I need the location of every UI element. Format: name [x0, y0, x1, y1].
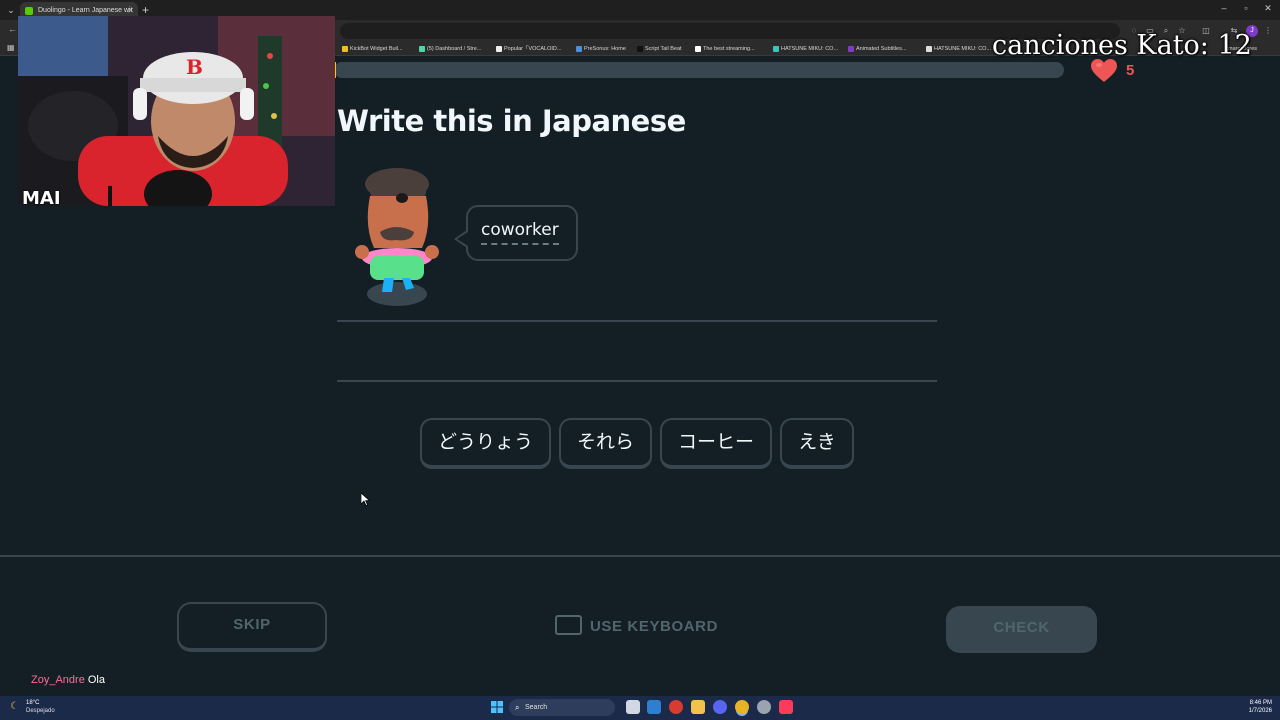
- bookmark-item[interactable]: Popular「VOCALOID...: [495, 43, 561, 55]
- lesson-progress-bar: [334, 62, 1064, 78]
- windows-taskbar: [0, 696, 1280, 720]
- prompt-word[interactable]: coworker: [481, 220, 559, 245]
- discord-icon[interactable]: [713, 700, 727, 714]
- clock-time: 8:46 PM: [1249, 700, 1272, 706]
- character-illustration: [355, 168, 439, 306]
- webcam-label: MAI: [22, 188, 61, 209]
- answer-line-bottom: [337, 380, 937, 382]
- word-tile[interactable]: えき: [780, 418, 854, 469]
- word-tile[interactable]: それら: [559, 418, 652, 469]
- webcam-overlay: B: [18, 16, 335, 206]
- task-view-icon[interactable]: [626, 700, 640, 714]
- hearts-count: 5: [1126, 62, 1135, 79]
- answer-line-top: [337, 320, 937, 322]
- tab-list-button[interactable]: ⌄: [4, 3, 18, 17]
- word-tile[interactable]: コーヒー: [660, 418, 772, 469]
- chat-username: Zoy_Andre: [31, 674, 85, 686]
- maximize-icon[interactable]: ▫: [1236, 3, 1256, 13]
- moon-icon: ☾: [10, 701, 19, 712]
- use-keyboard-label: USE KEYBOARD: [590, 618, 719, 635]
- apps-grid-icon[interactable]: ▦: [7, 43, 15, 52]
- search-icon: ⌕: [515, 703, 520, 712]
- bookmark-item[interactable]: Script Tail Beat: [636, 43, 682, 55]
- store-icon[interactable]: [647, 700, 661, 714]
- bookmark-item[interactable]: The best streaming...: [694, 43, 755, 55]
- tab-title: Duolingo - Learn Japanese wit: [38, 7, 133, 14]
- back-icon[interactable]: ←: [8, 24, 17, 34]
- close-window-icon[interactable]: ✕: [1258, 3, 1278, 14]
- taskbar-search[interactable]: ⌕ Search: [509, 699, 615, 716]
- footer-divider: [0, 555, 1280, 557]
- page-title: Write this in Japanese: [337, 104, 686, 138]
- keyboard-icon: [555, 615, 582, 636]
- taskbar-clock[interactable]: 8:46 PM 1/7/2026: [1240, 699, 1272, 715]
- bookmark-item[interactable]: Animated Subtitles...: [847, 43, 906, 55]
- skip-button[interactable]: SKIP: [177, 602, 327, 652]
- windows-start-icon[interactable]: [490, 700, 504, 714]
- mouse-cursor-icon: [361, 493, 370, 506]
- word-tile[interactable]: どうりょう: [420, 418, 551, 469]
- duolingo-favicon-icon: [25, 7, 33, 15]
- bookmark-item[interactable]: KickBot Widget Buil...: [341, 43, 403, 55]
- chat-text: Ola: [87, 674, 105, 686]
- chrome-icon[interactable]: [735, 700, 749, 714]
- bookmark-item[interactable]: PreSonus: Home: [575, 43, 626, 55]
- svg-text:B: B: [186, 55, 203, 79]
- heart-icon: [1091, 59, 1117, 82]
- weather-condition: Despejado: [26, 708, 55, 714]
- file-explorer-icon[interactable]: [691, 700, 705, 714]
- clock-date: 1/7/2026: [1248, 708, 1272, 714]
- minimize-icon[interactable]: –: [1214, 3, 1234, 13]
- webcam-image: B: [18, 16, 335, 206]
- stream-counter-overlay: canciones Kato: 12: [992, 30, 1252, 61]
- weather-temperature: 18°C: [26, 700, 40, 706]
- check-button[interactable]: CHECK: [946, 606, 1097, 653]
- use-keyboard-button[interactable]: USE KEYBOARD: [555, 614, 718, 640]
- speech-bubble-tail-inner: [457, 232, 468, 246]
- bookmark-item[interactable]: (5) Dashboard / Stre...: [418, 43, 481, 55]
- bookmark-item[interactable]: HATSUNE MIKU: CO...: [925, 43, 991, 55]
- menu-icon[interactable]: ⋮: [1262, 25, 1274, 37]
- app-icon[interactable]: [669, 700, 683, 714]
- music-app-icon[interactable]: [779, 700, 793, 714]
- bookmark-item[interactable]: HATSUNE MIKU: CO...: [772, 43, 838, 55]
- taskbar-search-label: Search: [525, 704, 548, 711]
- chat-message: Zoy_Andre Ola: [31, 674, 105, 686]
- settings-gear-icon[interactable]: [757, 700, 771, 714]
